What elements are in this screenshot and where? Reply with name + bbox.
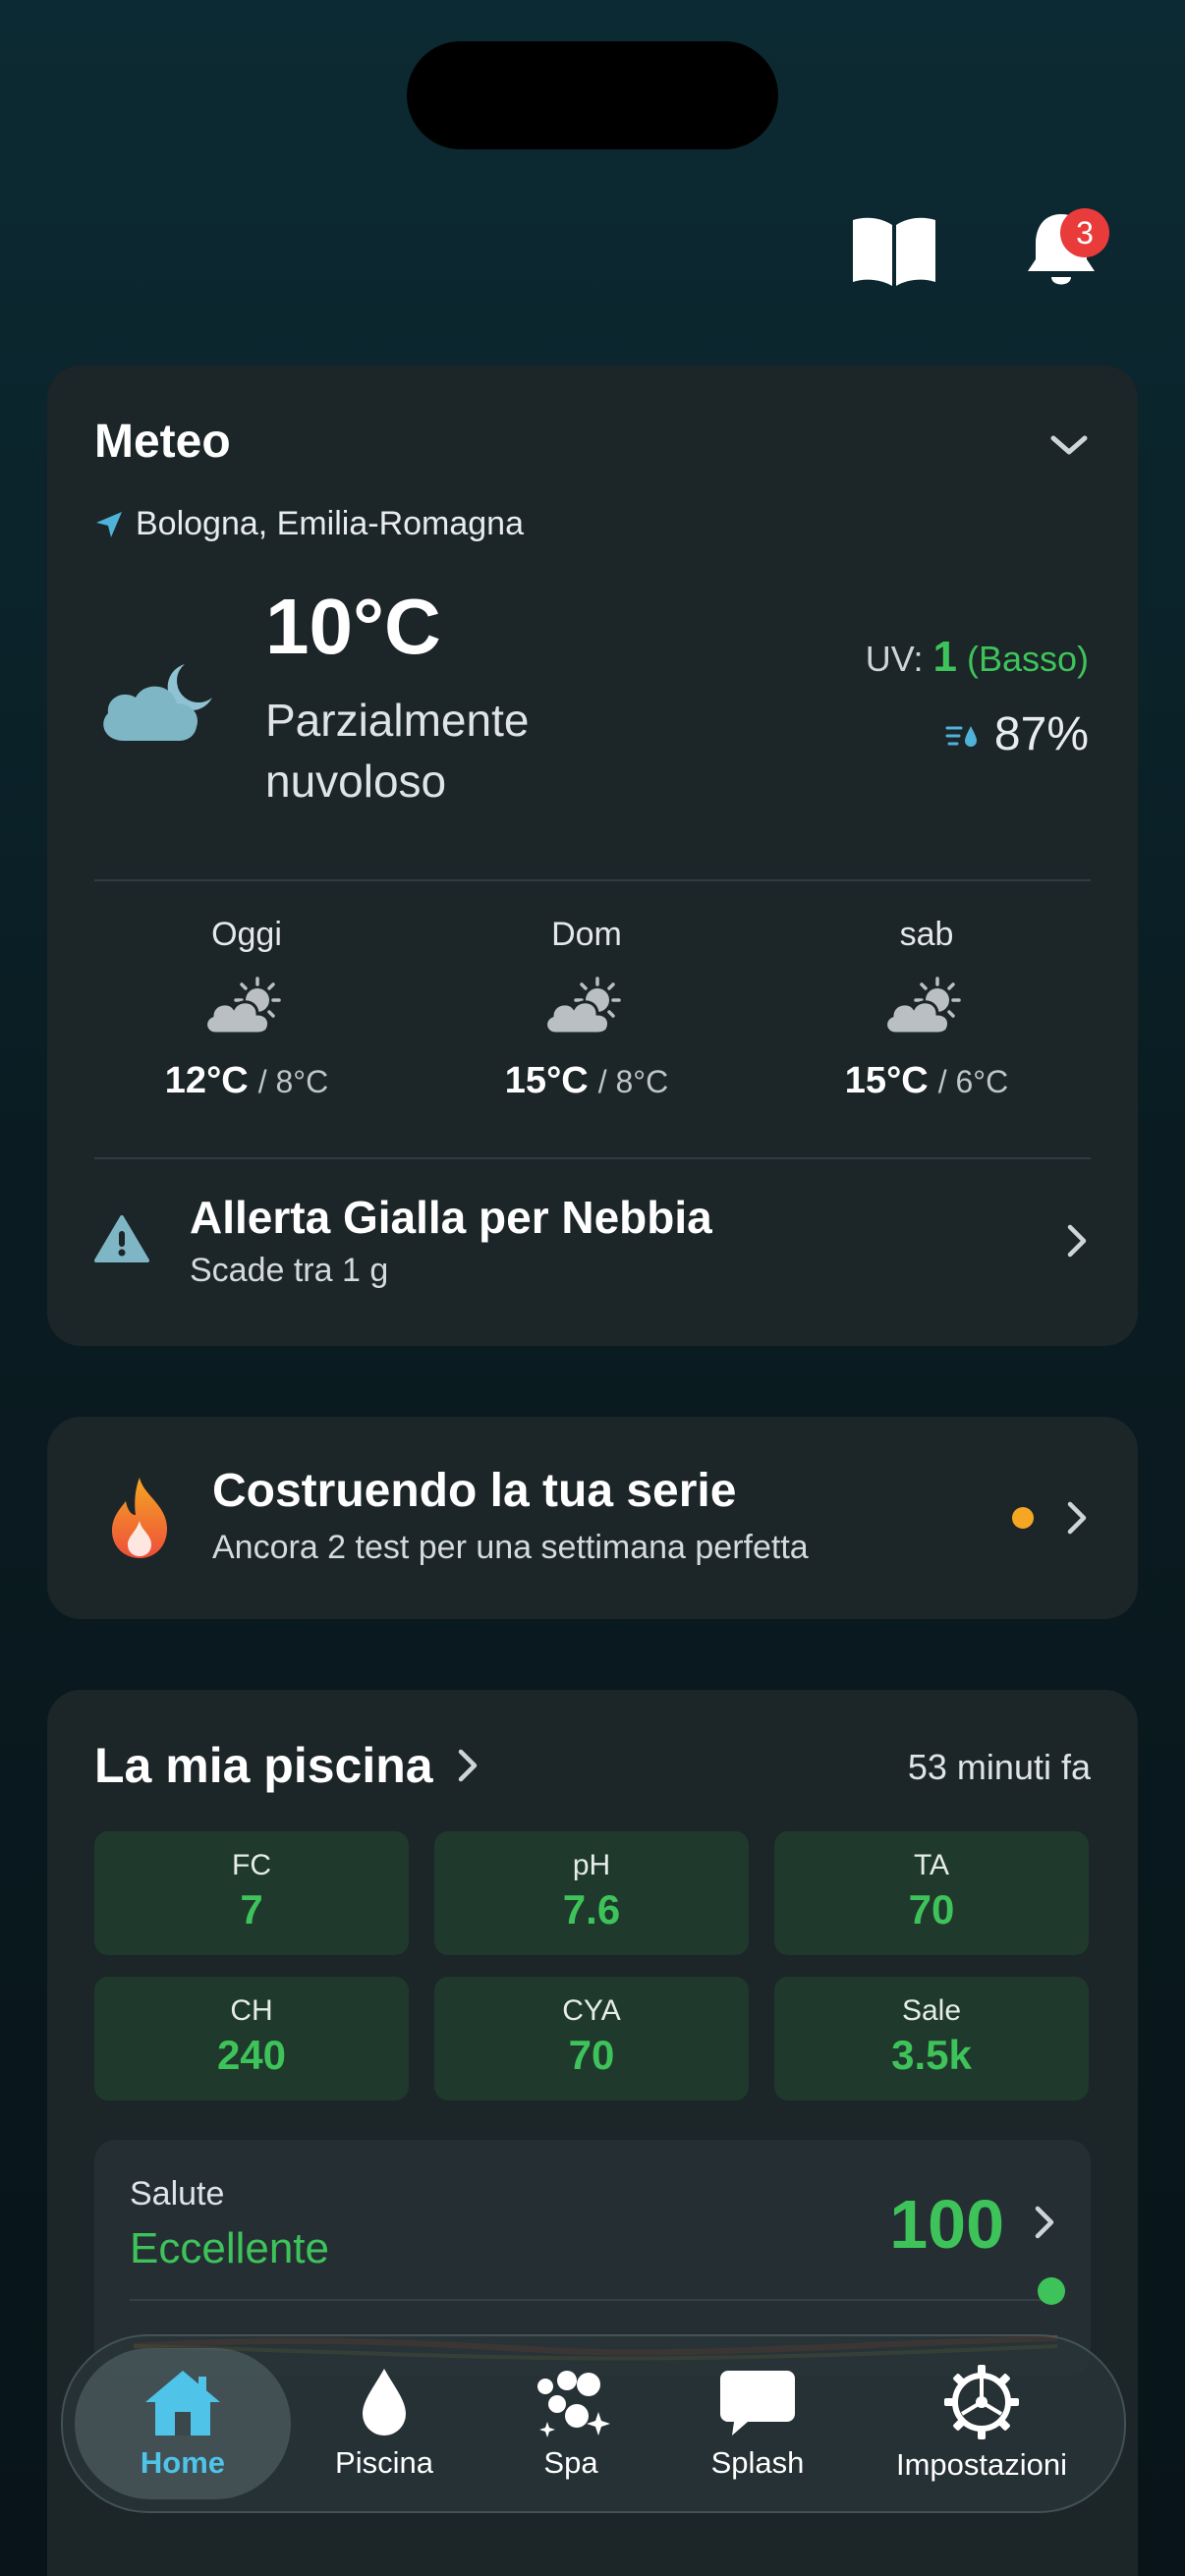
condition-line-1: Parzialmente (265, 695, 530, 746)
nav-home[interactable]: Home (75, 2336, 291, 2511)
reading-label: TA (913, 1849, 950, 1881)
health-label: Salute (130, 2175, 225, 2212)
reading-label: pH (572, 1849, 611, 1881)
pool-title-link[interactable]: La mia piscina (94, 1737, 479, 1794)
home-icon (145, 2371, 220, 2436)
chat-icon (720, 2371, 795, 2436)
partly-cloudy-night-icon (103, 664, 212, 741)
forecast-low: 6°C (955, 1064, 1009, 1099)
nav-impostazioni[interactable]: Impostazioni (851, 2336, 1112, 2511)
chevron-right-icon (1035, 2206, 1054, 2239)
nav-label: Piscina (335, 2445, 433, 2480)
reading-tile[interactable]: pH 7.6 (434, 1831, 749, 1955)
nav-label: Spa (543, 2445, 598, 2480)
nav-spa[interactable]: Spa (478, 2336, 664, 2511)
reading-label: FC (232, 1849, 271, 1881)
streak-subtitle: Ancora 2 test per una settimana perfetta (212, 1529, 809, 1566)
reading-label: Sale (901, 1994, 962, 2027)
health-score: 100 (889, 2186, 1004, 2263)
streak-card[interactable]: Costruendo la tua serie Ancora 2 test pe… (47, 1417, 1138, 1619)
nav-piscina[interactable]: Piscina (291, 2336, 478, 2511)
dynamic-island (407, 41, 778, 149)
location: Bologna, Emilia-Romagna (94, 505, 524, 543)
forecast-day-name: sab (899, 916, 954, 953)
reading-value: 3.5k (891, 2032, 972, 2078)
forecast-high: 15°C (844, 1060, 929, 1101)
notification-badge: 3 (1060, 208, 1109, 257)
condition-line-2: nuvoloso (265, 756, 447, 807)
weather-alert-row[interactable] (47, 1159, 1138, 1336)
bottom-navigation: Home Piscina Spa Splash Impostazioni (61, 2334, 1126, 2513)
weather-title: Meteo (94, 416, 231, 468)
warning-icon (94, 1215, 149, 1262)
divider (94, 879, 1091, 881)
forecast-low: 8°C (615, 1064, 669, 1099)
uv-level: (Basso) (966, 639, 1089, 679)
nav-label: Splash (710, 2445, 805, 2480)
humidity-icon (945, 725, 977, 747)
chevron-down-icon[interactable] (1047, 430, 1091, 460)
book-icon (853, 217, 935, 286)
bubbles-icon (537, 2371, 610, 2437)
reading-tile[interactable]: FC 7 (94, 1831, 409, 1955)
forecast-day: Oggi 12°C / 8°C (77, 916, 417, 1102)
forecast-high: 15°C (504, 1060, 589, 1101)
last-updated: 53 minuti fa (907, 1747, 1091, 1787)
reading-tile[interactable]: TA 70 (774, 1831, 1089, 1955)
nav-splash[interactable]: Splash (664, 2336, 851, 2511)
flame-icon (112, 1478, 167, 1558)
gear-icon (944, 2365, 1019, 2439)
reading-label: CH (230, 1994, 273, 2027)
chevron-right-icon (1067, 1224, 1087, 1258)
forecast-low: 8°C (275, 1064, 329, 1099)
reading-value: 240 (216, 2032, 287, 2078)
weather-condition: Parzialmente nuvoloso (265, 690, 529, 812)
reading-value: 70 (568, 2032, 615, 2078)
reading-value: 7 (240, 1886, 263, 1932)
forecast-day-name: Dom (551, 916, 622, 953)
weather-card: Meteo Bologna, Emilia-Romagna 10°C Parzi… (47, 365, 1138, 1346)
drop-icon (363, 2369, 406, 2436)
nav-label: Impostazioni (895, 2447, 1068, 2482)
uv-value: 1 (932, 633, 957, 681)
alert-subtitle: Scade tra 1 g (190, 1252, 389, 1289)
reading-tile[interactable]: CYA 70 (434, 1977, 749, 2100)
partly-sunny-icon (204, 977, 281, 1036)
reading-value: 70 (908, 1886, 955, 1932)
divider (130, 2299, 1055, 2301)
pool-title: La mia piscina (94, 1738, 433, 1793)
health-status: Eccellente (130, 2224, 330, 2272)
reading-tile[interactable]: CH 240 (94, 1977, 409, 2100)
partly-sunny-icon (544, 977, 621, 1036)
forecast-day: sab 15°C / 6°C (757, 916, 1097, 1102)
forecast-day: Dom 15°C / 8°C (417, 916, 757, 1102)
chevron-right-icon (1067, 1501, 1087, 1535)
reading-tile[interactable]: Sale 3.5k (774, 1977, 1089, 2100)
uv-index: UV: 1 (Basso) (866, 633, 1089, 682)
forecast-high: 12°C (164, 1060, 249, 1101)
location-arrow-icon (96, 511, 122, 537)
location-label: Bologna, Emilia-Romagna (136, 505, 524, 542)
streak-status-dot (1012, 1507, 1034, 1529)
partly-sunny-icon (884, 977, 961, 1036)
humidity-value: 87% (993, 708, 1089, 760)
streak-title: Costruendo la tua serie (212, 1465, 737, 1517)
alert-title: Allerta Gialla per Nebbia (190, 1192, 712, 1243)
forecast-day-name: Oggi (211, 916, 282, 953)
uv-label: UV: (865, 639, 924, 679)
health-status-dot (1038, 2277, 1065, 2305)
reading-value: 7.6 (562, 1886, 621, 1932)
chevron-right-icon (458, 1749, 477, 1782)
current-temperature: 10°C (265, 583, 441, 670)
humidity: 87% (945, 707, 1089, 761)
notifications-button[interactable]: 3 (1007, 196, 1115, 305)
nav-label: Home (140, 2445, 226, 2480)
guide-button[interactable] (840, 196, 948, 305)
reading-label: CYA (562, 1994, 621, 2027)
